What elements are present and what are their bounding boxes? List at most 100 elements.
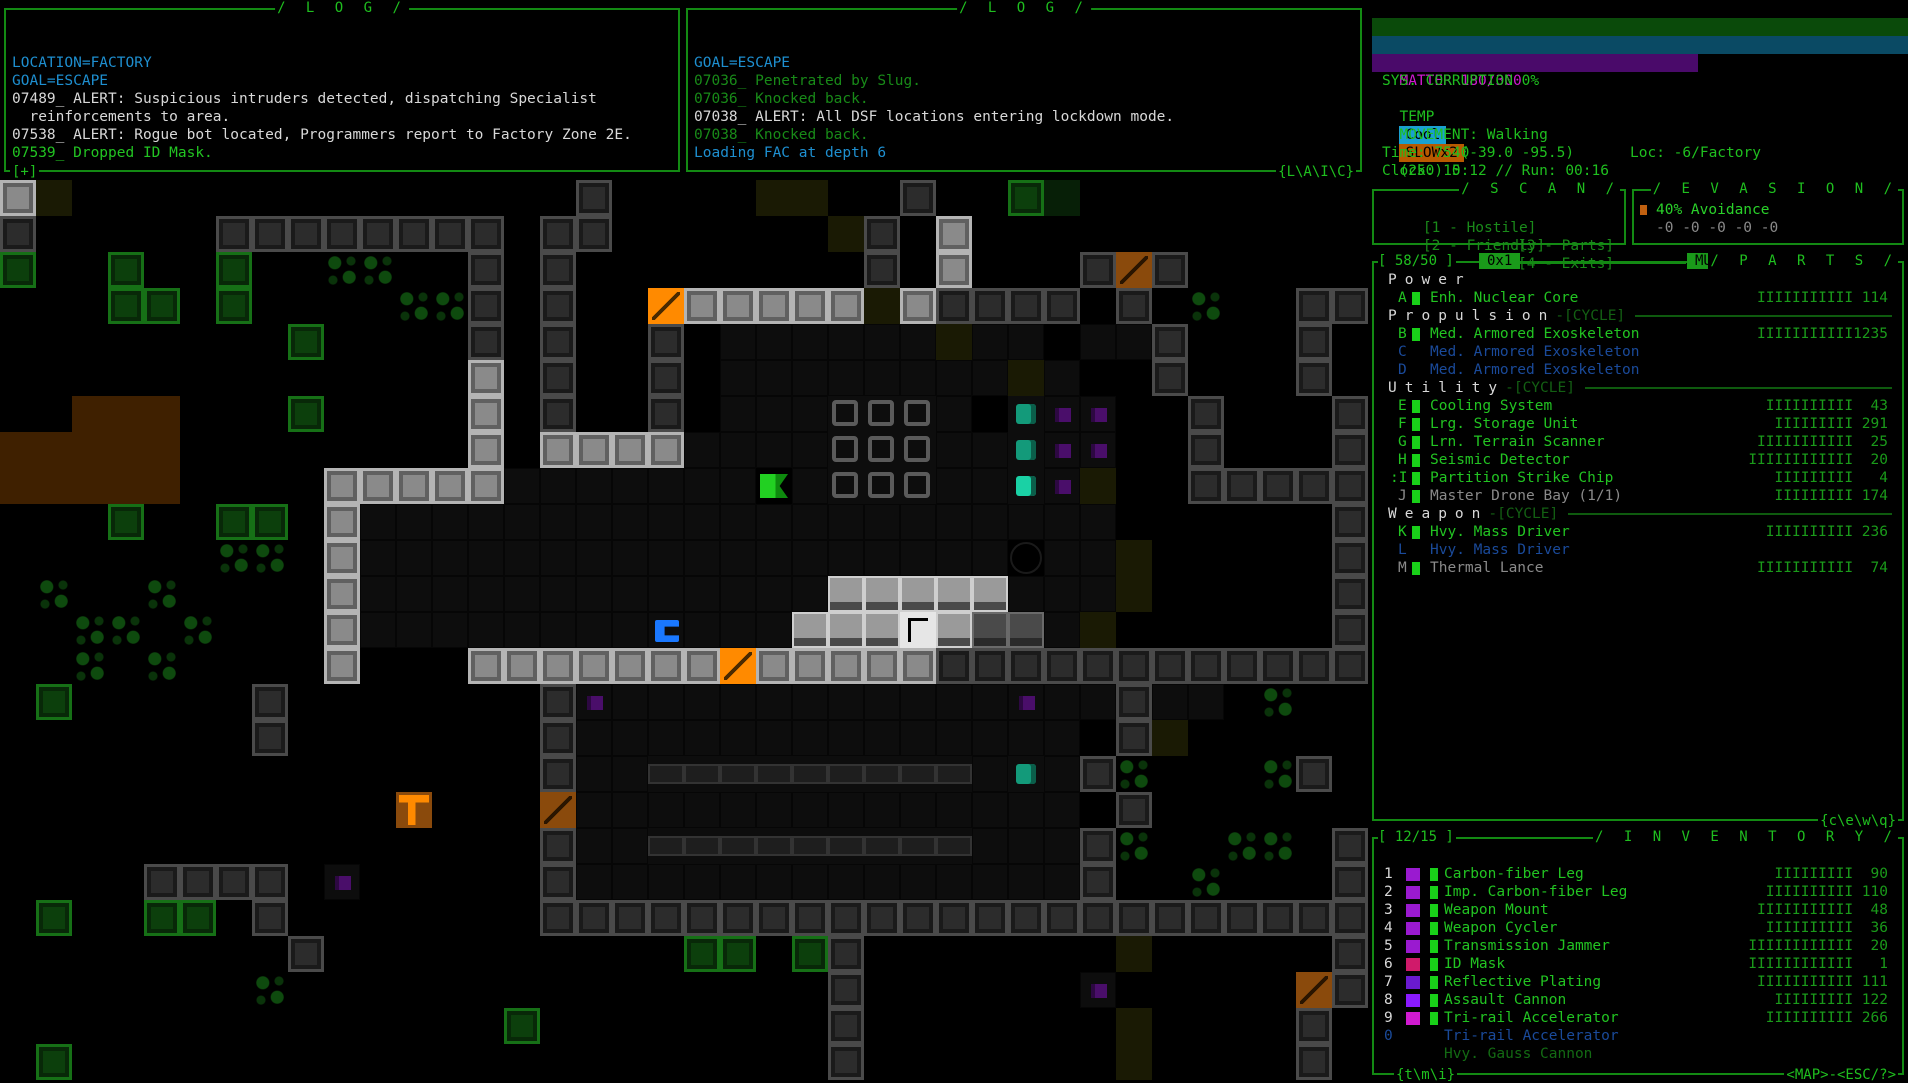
machine-tile bbox=[900, 576, 936, 612]
door-tile[interactable] bbox=[720, 648, 756, 684]
inventory-commands[interactable]: {t\m\i} bbox=[1394, 1067, 1458, 1083]
inventory-item[interactable]: 8 Assault Cannon IIIIIIIII 122 bbox=[1380, 991, 1892, 1009]
lit-wall-tile bbox=[720, 288, 756, 324]
part-row[interactable]: :I Partition Strike Chip IIIIIIIII 4 bbox=[1388, 469, 1892, 487]
item-icon[interactable] bbox=[1080, 396, 1116, 432]
cycle-button[interactable]: -[CYCLE] bbox=[1555, 308, 1625, 324]
part-row[interactable]: F Lrg. Storage Unit IIIIIIIII 291 bbox=[1388, 415, 1892, 433]
part-integrity: IIIIIIIIIII 25 bbox=[1757, 434, 1888, 450]
part-row[interactable]: M Thermal Lance IIIIIIIIIII 74 bbox=[1388, 559, 1892, 577]
floor-tile bbox=[864, 684, 900, 720]
inventory-item-name: Hvy. Gauss Cannon bbox=[1444, 1046, 1593, 1062]
log-filter-tabs[interactable]: {L\A\I\C} bbox=[1276, 164, 1356, 180]
door-tile[interactable] bbox=[648, 288, 684, 324]
wall-tile bbox=[540, 864, 576, 900]
floor-tile bbox=[756, 504, 792, 540]
floor-tile bbox=[1080, 684, 1116, 720]
item-icon[interactable] bbox=[1044, 468, 1080, 504]
game-map[interactable] bbox=[0, 180, 1368, 1080]
wall-tile bbox=[1296, 1044, 1332, 1080]
wall-tile bbox=[828, 900, 864, 936]
debris-tile bbox=[360, 252, 396, 288]
lit-wall-tile bbox=[828, 648, 864, 684]
inventory-item[interactable]: 4 Weapon Cycler IIIIIIIIII 36 bbox=[1380, 919, 1892, 937]
floor-tile bbox=[972, 720, 1008, 756]
item-status-indicator-icon bbox=[1430, 1012, 1438, 1025]
part-row[interactable]: H Seismic Detector IIIIIIIIIIII 20 bbox=[1388, 451, 1892, 469]
floor-tile bbox=[468, 576, 504, 612]
cycle-button[interactable]: -[CYCLE] bbox=[1505, 380, 1575, 396]
map-esc-buttons[interactable]: <MAP>-<ESC/?> bbox=[1784, 1067, 1898, 1083]
part-row[interactable]: J Master Drone Bay (1/1) IIIIIIIII 174 bbox=[1388, 487, 1892, 505]
floor-tile bbox=[540, 540, 576, 576]
hostile-bot-icon[interactable] bbox=[1008, 432, 1044, 468]
wall-tile bbox=[252, 900, 288, 936]
floor-tile bbox=[936, 720, 972, 756]
part-row[interactable]: E Cooling System IIIIIIIIII 43 bbox=[1388, 397, 1892, 415]
item-icon[interactable] bbox=[324, 864, 360, 900]
inventory-item-name: Assault Cannon bbox=[1444, 992, 1567, 1008]
wall-tile bbox=[540, 252, 576, 288]
utility-part-icon bbox=[1406, 922, 1420, 935]
floor-tile bbox=[756, 720, 792, 756]
inventory-item[interactable]: 1 Carbon-fiber Leg IIIIIIIII 90 bbox=[1380, 865, 1892, 883]
hostile-bot-icon[interactable] bbox=[1008, 396, 1044, 432]
machine-tile bbox=[828, 576, 864, 612]
inventory-item[interactable]: 3 Weapon Mount IIIIIIIIIII 48 bbox=[1380, 901, 1892, 919]
inventory-item[interactable]: 9 Tri-rail Accelerator IIIIIIIIII 266 bbox=[1380, 1009, 1892, 1027]
inventory-item[interactable]: 7 Reflective Plating IIIIIIIIIII 111 bbox=[1380, 973, 1892, 991]
log-expand-button[interactable]: [+] bbox=[10, 164, 40, 180]
part-row[interactable]: A Enh. Nuclear Core IIIIIIIIIII 114 bbox=[1388, 289, 1892, 307]
wall-tile bbox=[1332, 540, 1368, 576]
part-row[interactable]: G Lrn. Terrain Scanner IIIIIIIIIII 25 bbox=[1388, 433, 1892, 451]
wall-tile bbox=[1296, 756, 1332, 792]
floor-tile bbox=[1116, 324, 1152, 360]
scan-friendly-button[interactable]: [2 - Friendly] bbox=[1423, 238, 1545, 254]
wall-tile bbox=[1116, 288, 1152, 324]
cycle-button[interactable]: -[CYCLE] bbox=[1488, 506, 1558, 522]
rail-machine-tile bbox=[936, 756, 972, 792]
part-row[interactable]: D Med. Armored Exoskeleton bbox=[1388, 361, 1892, 379]
wall-tile bbox=[1332, 396, 1368, 432]
inventory-item[interactable]: 2 Imp. Carbon-fiber Leg IIIIIIIIII 110 bbox=[1380, 883, 1892, 901]
floor-tile bbox=[432, 540, 468, 576]
parts-commands[interactable]: {c\e\w\q} bbox=[1818, 813, 1898, 829]
floor-tile bbox=[540, 468, 576, 504]
inventory-item[interactable]: 5 Transmission Jammer IIIIIIIIIIII 20 bbox=[1380, 937, 1892, 955]
door-remembered-tile[interactable] bbox=[540, 792, 576, 828]
item-icon[interactable] bbox=[1080, 972, 1116, 1008]
door-remembered-tile[interactable] bbox=[1296, 972, 1332, 1008]
parts-category-utility: Utility-[CYCLE] bbox=[1388, 379, 1892, 397]
hostile-bot-bright-icon[interactable] bbox=[1008, 468, 1044, 504]
inventory-item[interactable]: 0 Tri-rail Accelerator bbox=[1380, 1027, 1892, 1045]
item-icon[interactable] bbox=[1008, 684, 1044, 720]
floor-tile bbox=[504, 504, 540, 540]
salvage-icon[interactable] bbox=[396, 792, 432, 828]
floor-tile bbox=[972, 864, 1008, 900]
machine-tile bbox=[936, 612, 972, 648]
part-row[interactable]: B Med. Armored Exoskeleton IIIIIIIIIII1235 bbox=[1388, 325, 1892, 343]
hostile-bot-icon[interactable] bbox=[1008, 756, 1044, 792]
item-icon[interactable] bbox=[576, 684, 612, 720]
ally-bot-icon[interactable] bbox=[648, 612, 684, 648]
machine-dark-tile bbox=[972, 612, 1008, 648]
inventory-item-integrity: IIIIIIIIIII 111 bbox=[1757, 974, 1888, 990]
part-row[interactable]: C Med. Armored Exoskeleton bbox=[1388, 343, 1892, 361]
part-row[interactable]: L Hvy. Mass Driver bbox=[1388, 541, 1892, 559]
part-row[interactable]: K Hvy. Mass Driver IIIIIIIIII 236 bbox=[1388, 523, 1892, 541]
item-icon[interactable] bbox=[1080, 432, 1116, 468]
door-remembered-tile[interactable] bbox=[1116, 252, 1152, 288]
player-icon[interactable] bbox=[756, 468, 792, 504]
item-status-indicator-icon bbox=[1430, 922, 1438, 935]
inventory-item[interactable]: 6 ID Mask IIIIIIIIIIII 1 bbox=[1380, 955, 1892, 973]
item-icon[interactable] bbox=[1044, 396, 1080, 432]
inventory-item-name: Tri-rail Accelerator bbox=[1444, 1028, 1619, 1044]
machine-frame-tile bbox=[828, 432, 864, 468]
floor-tile bbox=[756, 792, 792, 828]
terminal-tile[interactable] bbox=[900, 612, 936, 648]
inventory-item[interactable]: Hvy. Gauss Cannon bbox=[1380, 1045, 1892, 1063]
wall-tile bbox=[1080, 864, 1116, 900]
item-icon[interactable] bbox=[1044, 432, 1080, 468]
wall-tile bbox=[1116, 900, 1152, 936]
